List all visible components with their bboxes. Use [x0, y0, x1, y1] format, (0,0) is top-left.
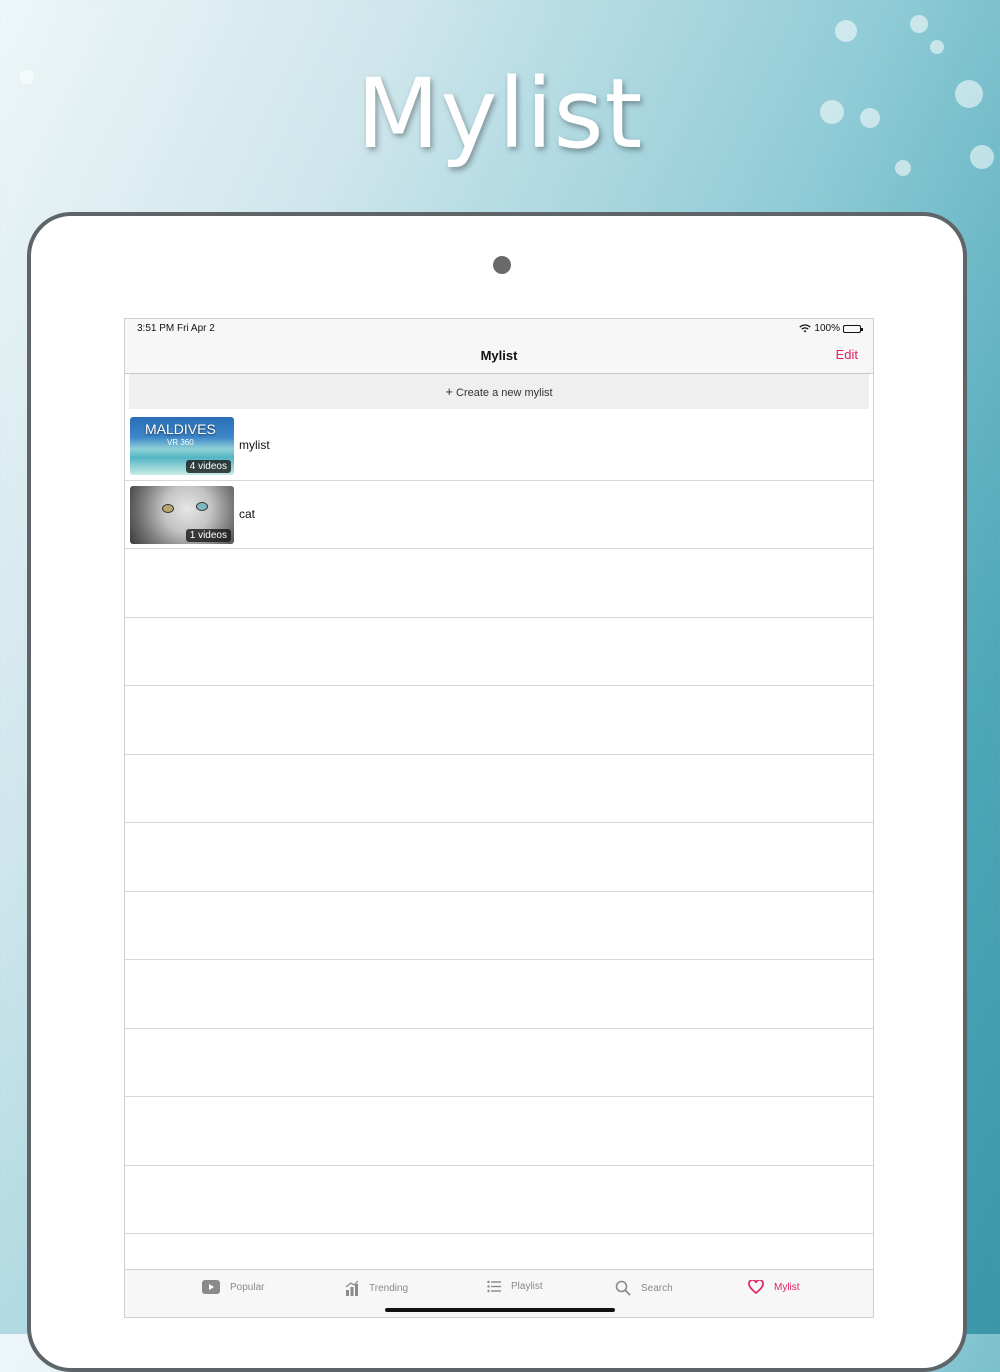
empty-row — [125, 1097, 873, 1166]
tab-mylist[interactable]: Mylist — [748, 1280, 800, 1294]
list-icon — [487, 1280, 501, 1293]
empty-row — [125, 1166, 873, 1234]
empty-row — [125, 549, 873, 618]
status-bar: 3:51 PM Fri Apr 2 100% — [125, 319, 873, 339]
video-count-badge: 1 videos — [185, 528, 231, 542]
empty-row — [125, 892, 873, 960]
thumbnail-title: MALDIVES — [145, 421, 216, 437]
tab-label: Playlist — [511, 1281, 543, 1292]
tab-popular[interactable]: Popular — [202, 1280, 264, 1294]
navigation-bar: Mylist Edit — [125, 339, 873, 374]
home-indicator — [385, 1308, 615, 1312]
edit-button[interactable]: Edit — [836, 347, 858, 362]
page-title: Mylist — [480, 348, 518, 363]
video-count-badge: 4 videos — [185, 460, 231, 473]
tab-label: Mylist — [774, 1281, 800, 1293]
create-mylist-label: Create a new mylist — [456, 387, 553, 399]
cat-eye-right — [196, 501, 208, 511]
background-bokeh — [930, 40, 944, 54]
mylist-name: mylist — [239, 438, 270, 452]
battery-icon — [843, 324, 863, 333]
tab-label: Popular — [230, 1281, 265, 1293]
tab-playlist[interactable]: Playlist — [487, 1280, 543, 1293]
search-icon — [615, 1280, 631, 1296]
background-bokeh — [910, 15, 928, 33]
plus-icon: + — [445, 384, 453, 399]
empty-row — [125, 1029, 873, 1097]
mylist-name: cat — [239, 506, 256, 521]
background-bokeh — [835, 20, 857, 42]
play-icon — [202, 1280, 220, 1294]
status-time: 3:51 PM Fri Apr 2 — [137, 323, 215, 334]
tab-label: Search — [641, 1282, 673, 1294]
empty-row — [125, 755, 873, 823]
mylist-thumbnail: 1 videos — [130, 485, 234, 544]
heart-icon — [748, 1280, 764, 1294]
tab-search[interactable]: Search — [615, 1280, 673, 1296]
list-item[interactable]: MALDIVES VR 360 4 videos mylist — [125, 412, 873, 481]
empty-row — [125, 618, 873, 686]
empty-row — [125, 686, 873, 755]
wifi-icon — [799, 324, 812, 333]
create-mylist-button[interactable]: + Create a new mylist — [129, 374, 869, 409]
promo-title: Mylist — [356, 58, 644, 170]
thumbnail-subtitle: VR 360 — [167, 438, 194, 447]
app-screen: 3:51 PM Fri Apr 2 100% Mylist Edit + Crea… — [124, 318, 874, 1318]
mylist-thumbnail: MALDIVES VR 360 4 videos — [130, 417, 234, 475]
tab-trending[interactable]: Trending — [345, 1280, 408, 1296]
trending-icon — [345, 1280, 359, 1296]
empty-row — [125, 960, 873, 1029]
empty-row — [125, 823, 873, 892]
tab-label: Trending — [369, 1282, 409, 1294]
status-right: 100% — [799, 323, 863, 334]
cat-eye-left — [162, 503, 174, 513]
tab-bar: Popular Trending Playlist Search Mylist — [125, 1269, 873, 1317]
battery-percent: 100% — [814, 323, 840, 334]
camera-dot — [493, 256, 511, 274]
list-item[interactable]: 1 videos cat — [125, 481, 873, 549]
mylist-list: MALDIVES VR 360 4 videos mylist 1 videos… — [125, 412, 873, 1234]
